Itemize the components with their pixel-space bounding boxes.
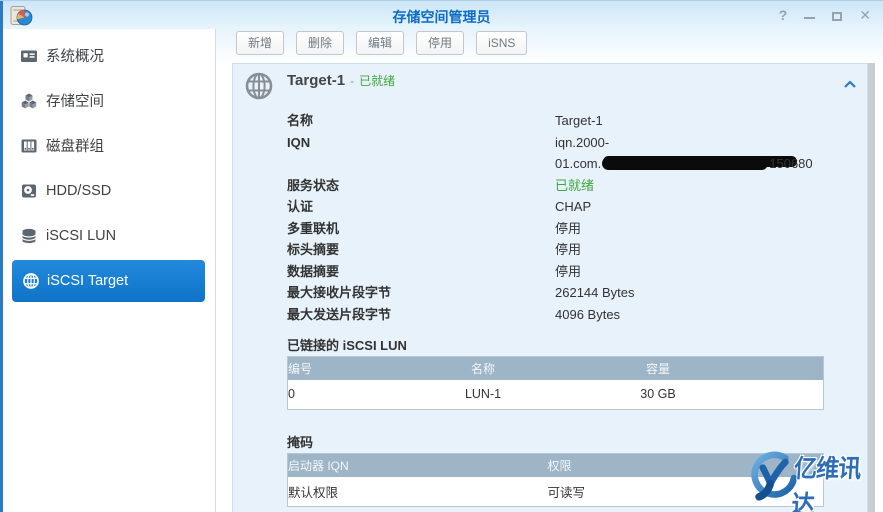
sidebar-item-iscsi-lun[interactable]: iSCSI LUN	[3, 213, 215, 258]
detail-value: CHAP	[555, 196, 591, 218]
target-name: Target-1	[287, 72, 345, 89]
mask-cell-permission: 可读写	[548, 477, 824, 507]
detail-value: 停用	[555, 261, 581, 283]
lun-table-row: 0 LUN-1 30 GB	[288, 380, 824, 410]
column-header-number: 编号	[288, 357, 396, 380]
detail-value: 停用	[555, 218, 581, 240]
disk-group-icon	[20, 137, 38, 155]
globe-icon	[22, 272, 40, 290]
titlebar: 存储空间管理员 ? ✕	[0, 1, 883, 29]
sidebar-item-volume[interactable]: 存储空间	[3, 78, 215, 123]
target-details: 名称 Target-1 IQN iqn.2000- 01.com.150680 …	[287, 110, 853, 325]
toolbar: 新增 删除 编辑 停用 iSNS	[236, 31, 539, 55]
column-header-capacity: 容量	[571, 357, 746, 380]
lun-table: 编号 名称 容量 0 LUN-1 30 GB	[287, 356, 824, 410]
column-header-spacer	[746, 357, 824, 380]
column-header-permission: 权限	[548, 454, 824, 477]
lun-cell-name: LUN-1	[396, 380, 571, 410]
detail-row-service-status: 服务状态 已就绪	[287, 175, 853, 197]
detail-label: 名称	[287, 110, 555, 132]
detail-row-name: 名称 Target-1	[287, 110, 853, 132]
lun-section-title: 已链接的 iSCSI LUN	[287, 335, 407, 354]
id-card-icon	[20, 47, 38, 65]
sidebar-item-label: iSCSI LUN	[46, 228, 116, 244]
detail-row-max-send: 最大发送片段字节 4096 Bytes	[287, 304, 853, 326]
window-controls: ? ✕	[779, 6, 871, 24]
detail-label: 数据摘要	[287, 261, 555, 283]
detail-row-auth: 认证 CHAP	[287, 196, 853, 218]
collapse-chevron-icon[interactable]	[843, 80, 857, 89]
detail-row-multi-sessions: 多重联机 停用	[287, 218, 853, 240]
column-header-name: 名称	[396, 357, 571, 380]
hdd-icon	[20, 182, 38, 200]
lun-table-header: 编号 名称 容量	[288, 357, 824, 380]
sidebar: 系统概况 存储空间	[3, 29, 216, 512]
target-detail-panel: Target-1 - 已就绪 名称 Target-1 IQN iqn.2000-…	[232, 63, 868, 512]
iqn-line2: 01.com. 150680	[555, 153, 813, 175]
iqn-line2-prefix: 01.com.	[555, 156, 601, 171]
mask-section-title: 掩码	[287, 432, 313, 451]
sidebar-item-iscsi-target[interactable]: iSCSI Target	[12, 260, 205, 302]
disable-button[interactable]: 停用	[416, 31, 464, 55]
detail-label: 最大接收片段字节	[287, 282, 555, 304]
target-dash: -	[350, 74, 354, 88]
window-left-edge	[0, 1, 3, 512]
detail-label: IQN	[287, 132, 555, 175]
mask-table: 启动器 IQN 权限 默认权限 可读写	[287, 453, 824, 507]
target-globe-icon	[244, 71, 274, 101]
sidebar-item-label: 系统概况	[46, 45, 104, 66]
window-title: 存储空间管理员	[0, 7, 883, 27]
sidebar-item-hdd-ssd[interactable]: HDD/SSD	[3, 168, 215, 213]
delete-button[interactable]: 删除	[296, 31, 344, 55]
vertical-scrollbar[interactable]	[868, 63, 875, 512]
detail-row-data-digest: 数据摘要 停用	[287, 261, 853, 283]
detail-value: 262144 Bytes	[555, 282, 635, 304]
sidebar-item-label: HDD/SSD	[46, 183, 111, 199]
detail-label: 标头摘要	[287, 239, 555, 261]
detail-label: 最大发送片段字节	[287, 304, 555, 326]
mask-table-header: 启动器 IQN 权限	[288, 454, 824, 477]
redaction-marker	[602, 157, 768, 170]
detail-value-iqn: iqn.2000- 01.com. 150680	[555, 132, 813, 175]
detail-value: Target-1	[555, 110, 603, 132]
sidebar-item-label: 磁盘群组	[46, 135, 104, 156]
target-status-badge: 已就绪	[359, 72, 395, 89]
detail-label: 多重联机	[287, 218, 555, 240]
storage-manager-window: 存储空间管理员 ? ✕ 系统概况	[0, 0, 883, 512]
detail-value: 4096 Bytes	[555, 304, 620, 326]
minimize-icon[interactable]	[804, 17, 815, 19]
edit-button[interactable]: 编辑	[356, 31, 404, 55]
iqn-line1: iqn.2000-	[555, 132, 813, 154]
detail-label: 服务状态	[287, 175, 555, 197]
mask-table-row: 默认权限 可读写	[288, 477, 824, 507]
column-header-initiator-iqn: 启动器 IQN	[288, 454, 548, 477]
detail-row-max-recv: 最大接收片段字节 262144 Bytes	[287, 282, 853, 304]
content-area: 新增 删除 编辑 停用 iSNS Target-1 - 已就绪	[216, 29, 883, 512]
lun-cell-number: 0	[288, 380, 396, 410]
cubes-icon	[20, 92, 38, 110]
detail-value: 停用	[555, 239, 581, 261]
isns-button[interactable]: iSNS	[476, 31, 527, 55]
mask-cell-initiator: 默认权限	[288, 477, 548, 507]
detail-row-iqn: IQN iqn.2000- 01.com. 150680	[287, 132, 853, 175]
iqn-line2-suffix: 150680	[769, 156, 812, 171]
detail-label: 认证	[287, 196, 555, 218]
lun-cell-spacer	[746, 380, 824, 410]
maximize-icon[interactable]	[832, 12, 842, 21]
database-icon	[20, 227, 38, 245]
add-button[interactable]: 新增	[236, 31, 284, 55]
target-header[interactable]: Target-1 - 已就绪	[287, 72, 395, 90]
sidebar-item-disk-group[interactable]: 磁盘群组	[3, 123, 215, 168]
help-icon[interactable]: ?	[779, 6, 788, 24]
sidebar-item-system-overview[interactable]: 系统概况	[3, 33, 215, 78]
sidebar-item-label: iSCSI Target	[47, 273, 128, 289]
close-icon[interactable]: ✕	[859, 6, 871, 24]
detail-row-header-digest: 标头摘要 停用	[287, 239, 853, 261]
detail-value-status: 已就绪	[555, 175, 594, 197]
lun-cell-capacity: 30 GB	[571, 380, 746, 410]
sidebar-item-label: 存储空间	[46, 90, 104, 111]
